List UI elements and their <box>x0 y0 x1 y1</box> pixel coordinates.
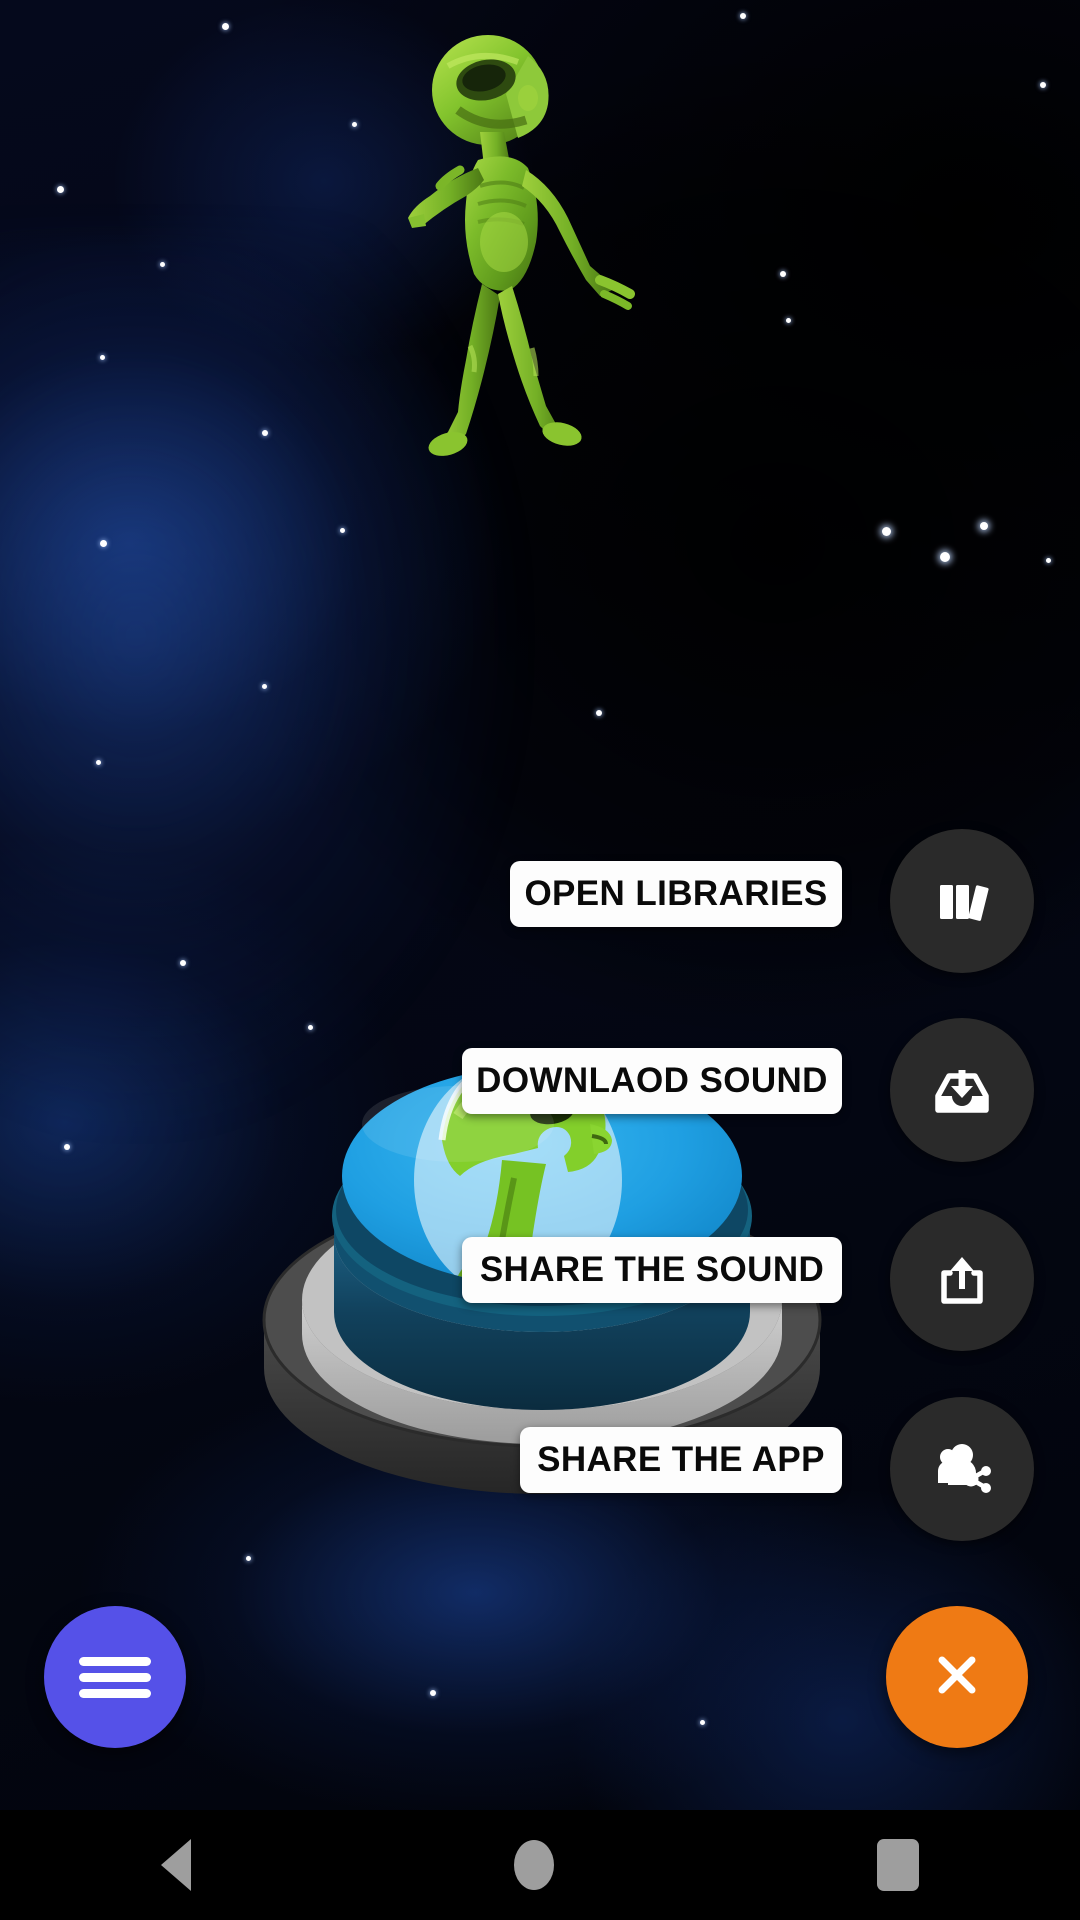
star <box>100 540 107 547</box>
hamburger-icon <box>79 1650 151 1705</box>
hamburger-line <box>79 1688 151 1698</box>
star <box>1046 558 1051 563</box>
star <box>180 960 186 966</box>
star <box>1040 82 1046 88</box>
nebula-glow <box>0 230 520 1130</box>
star <box>352 122 357 127</box>
star <box>57 186 64 193</box>
label-open-libraries[interactable]: OPEN LIBRARIES <box>510 861 842 927</box>
star <box>786 318 791 323</box>
label-download-sound[interactable]: DOWNLAOD SOUND <box>462 1048 842 1114</box>
star <box>780 271 786 277</box>
label-share-the-app[interactable]: SHARE THE APP <box>520 1427 842 1493</box>
download-tray-icon <box>930 1058 994 1122</box>
star <box>222 23 229 30</box>
close-fab-button[interactable] <box>886 1606 1028 1748</box>
star <box>980 522 988 530</box>
books-icon <box>930 869 994 933</box>
star <box>160 262 165 267</box>
app-screen: OPEN LIBRARIES DOWNLAOD SOUND SHARE THE … <box>0 0 1080 1920</box>
hamburger-line <box>79 1672 151 1682</box>
share-the-sound-button[interactable] <box>890 1207 1034 1351</box>
recents-square-icon[interactable] <box>876 1839 919 1891</box>
star <box>262 684 267 689</box>
star <box>940 552 950 562</box>
home-circle-icon[interactable] <box>513 1840 554 1890</box>
star <box>96 760 101 765</box>
back-triangle-icon[interactable] <box>161 1839 192 1891</box>
star <box>700 1720 705 1725</box>
star <box>340 528 345 533</box>
open-libraries-button[interactable] <box>890 829 1034 973</box>
hamburger-line <box>79 1656 151 1666</box>
share-the-app-button[interactable] <box>890 1397 1034 1541</box>
star <box>596 710 602 716</box>
star <box>64 1144 70 1150</box>
star <box>740 13 746 19</box>
android-nav-bar <box>0 1810 1080 1920</box>
label-share-the-sound[interactable]: SHARE THE SOUND <box>462 1237 842 1303</box>
star <box>430 1690 436 1696</box>
share-box-icon <box>930 1247 994 1311</box>
star <box>262 430 268 436</box>
people-share-icon <box>928 1435 996 1503</box>
star <box>100 355 105 360</box>
menu-fab-button[interactable] <box>44 1606 186 1748</box>
close-icon <box>926 1644 988 1711</box>
download-sound-button[interactable] <box>890 1018 1034 1162</box>
star <box>882 527 891 536</box>
